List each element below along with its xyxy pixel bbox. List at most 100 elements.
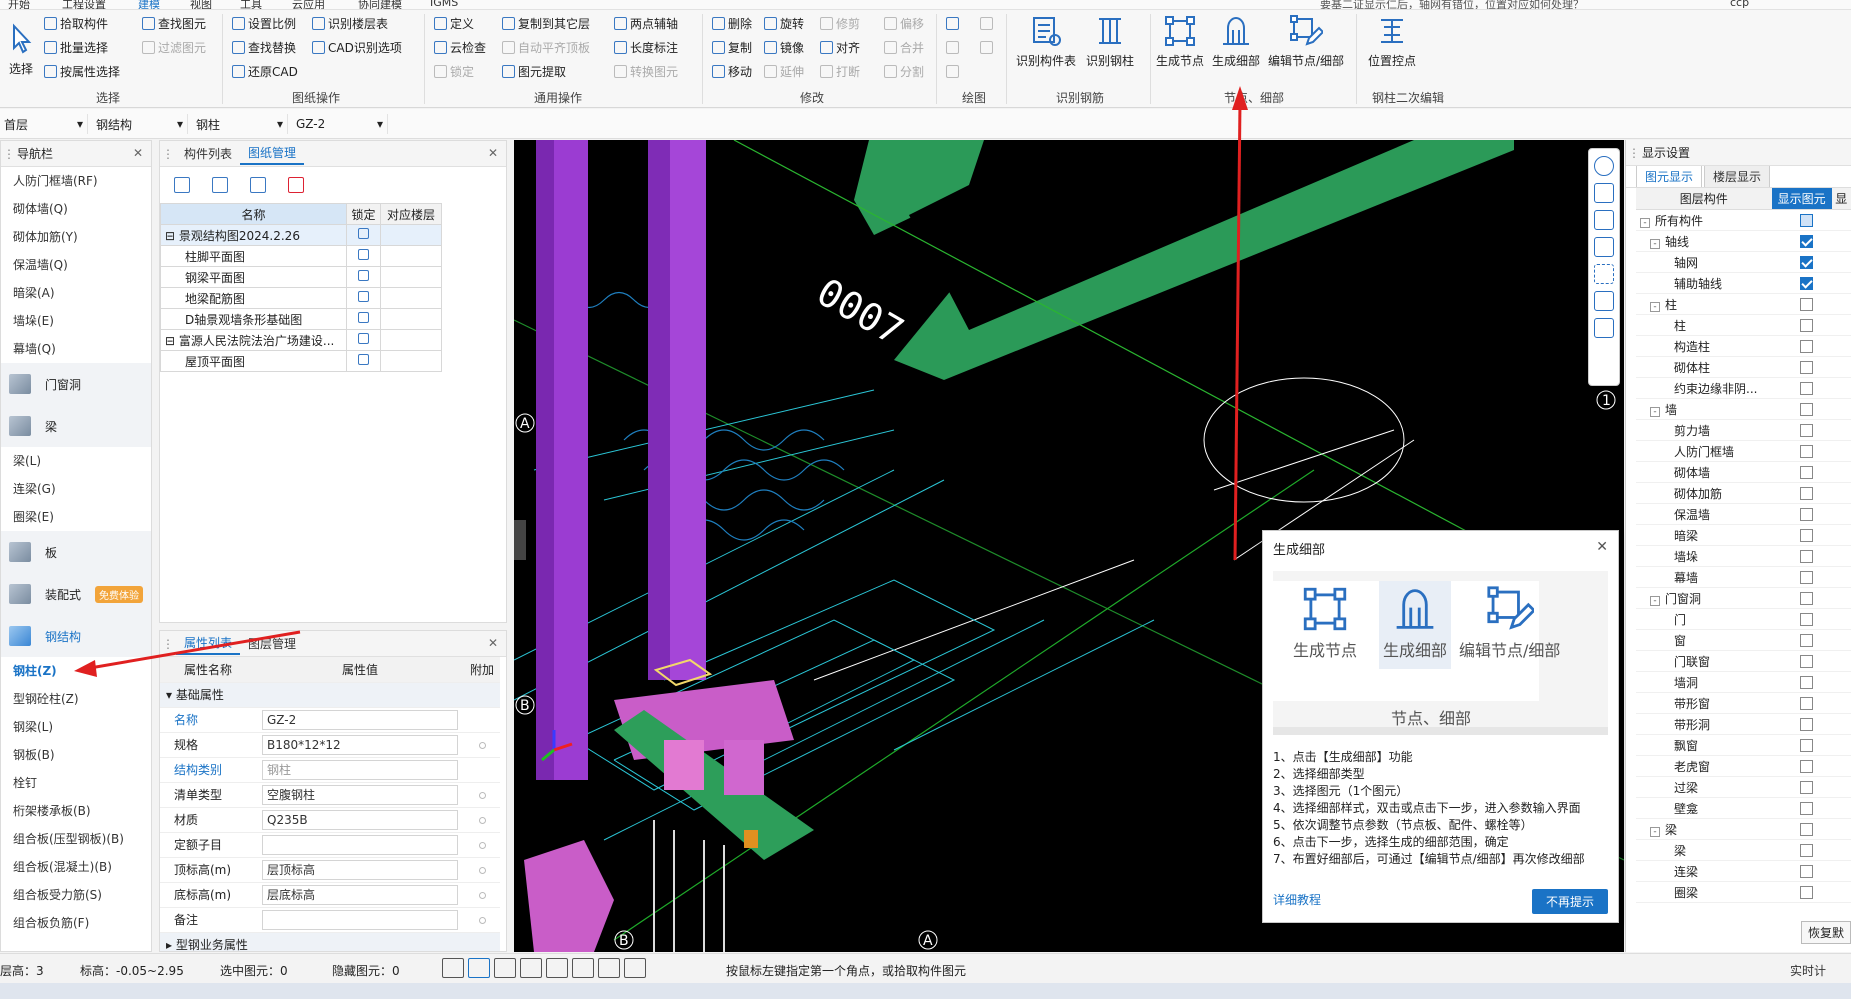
property-value[interactable]: 钢柱: [262, 759, 458, 780]
tab-layer-management[interactable]: 图层管理: [240, 633, 304, 654]
tab-element-display[interactable]: 图元显示: [1636, 165, 1703, 187]
identify-component-table-button[interactable]: 识别构件表: [1016, 14, 1076, 69]
layer-row[interactable]: 老虎窗: [1636, 756, 1851, 777]
show-checkbox[interactable]: [1800, 403, 1813, 416]
collapse-icon[interactable]: -: [1650, 406, 1660, 417]
layer-row[interactable]: 砌体加筋: [1636, 483, 1851, 504]
orbit-icon[interactable]: [1594, 156, 1614, 176]
convert-element-button[interactable]: 转换图元: [614, 62, 678, 80]
layer-row[interactable]: 窗: [1636, 630, 1851, 651]
tutorial-link[interactable]: 详细教程: [1273, 891, 1321, 908]
show-checkbox[interactable]: [1800, 445, 1813, 458]
property-value-cell[interactable]: 钢柱: [256, 757, 464, 783]
section-steel[interactable]: ▸ 型钢业务属性: [160, 932, 500, 951]
floor-cell[interactable]: [380, 287, 442, 309]
restore-cad-button[interactable]: 还原CAD: [232, 62, 298, 80]
tab-property-list[interactable]: 属性列表: [176, 632, 241, 655]
show-checkbox[interactable]: [1800, 676, 1813, 689]
menu-collab[interactable]: 协同建模: [358, 0, 402, 9]
show-checkbox[interactable]: [1800, 655, 1813, 668]
nav-cat-steel[interactable]: 钢结构: [1, 615, 151, 657]
nav-item[interactable]: 保温墙(Q): [1, 251, 151, 279]
3d-box-icon[interactable]: [1594, 210, 1614, 230]
lock-cell[interactable]: [346, 350, 381, 372]
nav-item[interactable]: 栓钉: [1, 769, 151, 797]
zoom-region-icon[interactable]: [1594, 291, 1614, 311]
angle-icon[interactable]: [546, 958, 568, 978]
show-checkbox[interactable]: [1800, 886, 1813, 899]
menu-tools[interactable]: 工具: [240, 0, 262, 9]
extract-element-button[interactable]: 图元提取: [502, 62, 566, 80]
show-checkbox[interactable]: [1800, 298, 1813, 311]
lock-cell[interactable]: [346, 224, 381, 246]
identify-floor-table-button[interactable]: 识别楼层表: [312, 14, 388, 32]
layer-row[interactable]: 带形窗: [1636, 693, 1851, 714]
nav-item[interactable]: 连梁(G): [1, 475, 151, 503]
layer-row[interactable]: 墙洞: [1636, 672, 1851, 693]
auto-align-top-button[interactable]: 自动平齐顶板: [502, 38, 590, 56]
category-select[interactable]: 钢结构 ▾: [92, 114, 188, 134]
lock-cell[interactable]: [346, 287, 381, 309]
show-checkbox[interactable]: [1800, 361, 1813, 374]
select-by-attr-button[interactable]: 按属性选择: [44, 62, 120, 80]
extend-button[interactable]: 延伸: [764, 62, 804, 80]
select-button[interactable]: 选择: [4, 22, 38, 77]
collapse-icon[interactable]: -: [1640, 217, 1650, 228]
edit-drawing-icon[interactable]: [212, 177, 228, 193]
menu-view[interactable]: 视图: [190, 0, 212, 9]
nav-cat-door[interactable]: 门窗洞: [1, 363, 151, 405]
collapse-icon[interactable]: -: [1650, 595, 1660, 606]
menu-start[interactable]: 开始: [8, 0, 30, 9]
property-value[interactable]: [262, 909, 458, 930]
property-extra[interactable]: [464, 707, 500, 733]
collapse-handle[interactable]: [514, 520, 526, 560]
show-checkbox[interactable]: [1800, 277, 1813, 290]
property-extra[interactable]: [464, 832, 500, 858]
layer-row[interactable]: 飘窗: [1636, 735, 1851, 756]
layer-row[interactable]: 壁龛: [1636, 798, 1851, 819]
show-checkbox[interactable]: [1800, 466, 1813, 479]
nav-item-steel-column[interactable]: 钢柱(Z): [1, 657, 151, 685]
add-drawing-icon[interactable]: [174, 177, 190, 193]
nav-item[interactable]: 组合板负筋(F): [1, 909, 151, 937]
show-checkbox[interactable]: [1800, 739, 1813, 752]
show-checkbox[interactable]: [1800, 760, 1813, 773]
property-extra[interactable]: [464, 757, 500, 783]
nav-item[interactable]: 钢梁(L): [1, 713, 151, 741]
property-value-cell[interactable]: [256, 832, 464, 858]
property-extra[interactable]: [464, 857, 500, 883]
property-value-cell[interactable]: Q235B: [256, 807, 464, 833]
collapse-icon[interactable]: -: [1650, 301, 1660, 312]
property-value-cell[interactable]: B180*12*12: [256, 732, 464, 758]
property-extra[interactable]: [464, 907, 500, 933]
close-icon[interactable]: ✕: [488, 636, 498, 650]
identify-steel-column-button[interactable]: 识别钢柱: [1086, 14, 1134, 69]
collapse-icon[interactable]: -: [1650, 826, 1660, 837]
pick-component-button[interactable]: 拾取构件: [44, 14, 108, 32]
table-row[interactable]: 柱脚平面图: [160, 245, 442, 267]
close-icon[interactable]: ✕: [1596, 539, 1608, 555]
mirror-button[interactable]: 镜像: [764, 38, 804, 56]
filter-element-button[interactable]: 过滤图元: [142, 38, 206, 56]
layer-row[interactable]: 保温墙: [1636, 504, 1851, 525]
layer-row[interactable]: 剪力墙: [1636, 420, 1851, 441]
3d-box-icon[interactable]: [1594, 237, 1614, 257]
layer-row[interactable]: 人防门框墙: [1636, 441, 1851, 462]
layer-row[interactable]: 墙垛: [1636, 546, 1851, 567]
table-row[interactable]: ⊟ 富源人民法院法治广场建设...: [160, 329, 442, 351]
rect-draw-button[interactable]: [980, 38, 993, 56]
curve-icon[interactable]: [624, 958, 646, 978]
property-value[interactable]: [262, 834, 458, 855]
break-button[interactable]: 打断: [820, 62, 860, 80]
floor-cell[interactable]: [380, 224, 442, 246]
nav-item[interactable]: 梁(L): [1, 447, 151, 475]
offset-button[interactable]: 偏移: [884, 14, 924, 32]
delete-drawing-icon[interactable]: [288, 177, 304, 193]
floor-cell[interactable]: [380, 329, 442, 351]
layer-row[interactable]: - 轴线: [1636, 231, 1851, 252]
floor-select[interactable]: 首层 ▾: [0, 114, 88, 134]
close-icon[interactable]: ✕: [488, 146, 498, 160]
delete-button[interactable]: 删除: [712, 14, 752, 32]
layer-row[interactable]: 门: [1636, 609, 1851, 630]
nav-item[interactable]: 砌体加筋(Y): [1, 223, 151, 251]
